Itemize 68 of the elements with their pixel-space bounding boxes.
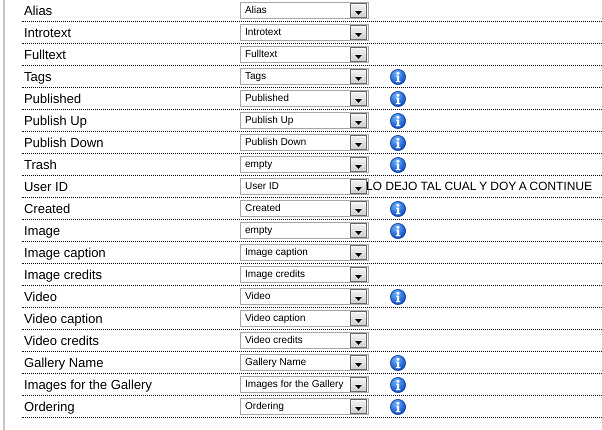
dropdown[interactable]: Fulltext	[240, 46, 369, 63]
info-icon[interactable]	[390, 90, 406, 106]
info-icon[interactable]	[390, 156, 406, 172]
field-label: Trash	[23, 157, 58, 172]
field-label: Alias	[23, 3, 54, 18]
caret-icon	[355, 143, 362, 147]
caret-icon	[355, 77, 362, 81]
dropdown[interactable]: Published	[240, 90, 369, 107]
field-label: Published	[23, 91, 82, 106]
field-label: Gallery Name	[23, 355, 104, 370]
dropdown[interactable]: Introtext	[240, 24, 369, 41]
caret-icon	[355, 407, 362, 411]
info-icon[interactable]	[390, 112, 406, 128]
field-label: Fulltext	[23, 47, 67, 62]
field-label: Image	[23, 223, 62, 238]
dropdown[interactable]: Tags	[240, 68, 369, 85]
field-label: Tags	[23, 69, 52, 84]
info-icon[interactable]	[390, 222, 406, 238]
caret-icon	[355, 275, 362, 279]
field-label: Video caption	[23, 311, 104, 326]
field-label: Publish Up	[23, 113, 88, 128]
dropdown[interactable]: Video	[240, 288, 369, 305]
dropdown[interactable]: Ordering	[240, 398, 369, 415]
caret-icon	[355, 187, 362, 191]
dropdown[interactable]: Created	[240, 200, 369, 217]
field-label: Image credits	[23, 267, 104, 282]
caret-icon	[355, 385, 362, 389]
caret-icon	[355, 209, 362, 213]
field-label: Created	[23, 201, 72, 216]
field-label: Publish Down	[23, 135, 104, 150]
caret-icon	[355, 11, 362, 15]
field-label: Video credits	[23, 333, 100, 348]
dropdown[interactable]: Video credits	[240, 332, 369, 349]
field-label: Image caption	[23, 245, 107, 260]
info-icon[interactable]	[390, 376, 406, 392]
dropdown[interactable]: Publish Up	[240, 112, 369, 129]
caret-icon	[355, 341, 362, 345]
info-icon[interactable]	[390, 288, 406, 304]
caret-icon	[355, 253, 362, 257]
caret-icon	[355, 319, 362, 323]
info-icon[interactable]	[390, 354, 406, 370]
caret-icon	[355, 99, 362, 103]
dropdown[interactable]: Alias	[240, 2, 369, 19]
field-label: Video	[23, 289, 58, 304]
caret-icon	[355, 363, 362, 367]
field-label: Images for the Gallery	[23, 377, 153, 392]
info-icon[interactable]	[390, 134, 406, 150]
dropdown[interactable]: Gallery Name	[240, 354, 369, 371]
caret-icon	[355, 121, 362, 125]
info-icon[interactable]	[390, 200, 406, 216]
dropdown[interactable]: Publish Down	[240, 134, 369, 151]
dropdown[interactable]: Images for the Gallery	[240, 376, 369, 393]
field-label: Ordering	[23, 399, 76, 414]
caret-icon	[355, 165, 362, 169]
caret-icon	[355, 55, 362, 59]
field-label: Introtext	[23, 25, 72, 40]
caret-icon	[355, 297, 362, 301]
dropdown[interactable]: Image credits	[240, 266, 369, 283]
caret-icon	[355, 33, 362, 37]
dropdown[interactable]: Video caption	[240, 310, 369, 327]
info-icon[interactable]	[390, 398, 406, 414]
info-icon[interactable]	[390, 68, 406, 84]
dropdown[interactable]: empty	[240, 156, 369, 173]
caret-icon	[355, 231, 362, 235]
dropdown[interactable]: empty	[240, 222, 369, 239]
note-text: LO DEJO TAL CUAL Y DOY A CONTINUE	[366, 179, 592, 193]
field-label: User ID	[23, 179, 70, 194]
dropdown[interactable]: Image caption	[240, 244, 369, 261]
